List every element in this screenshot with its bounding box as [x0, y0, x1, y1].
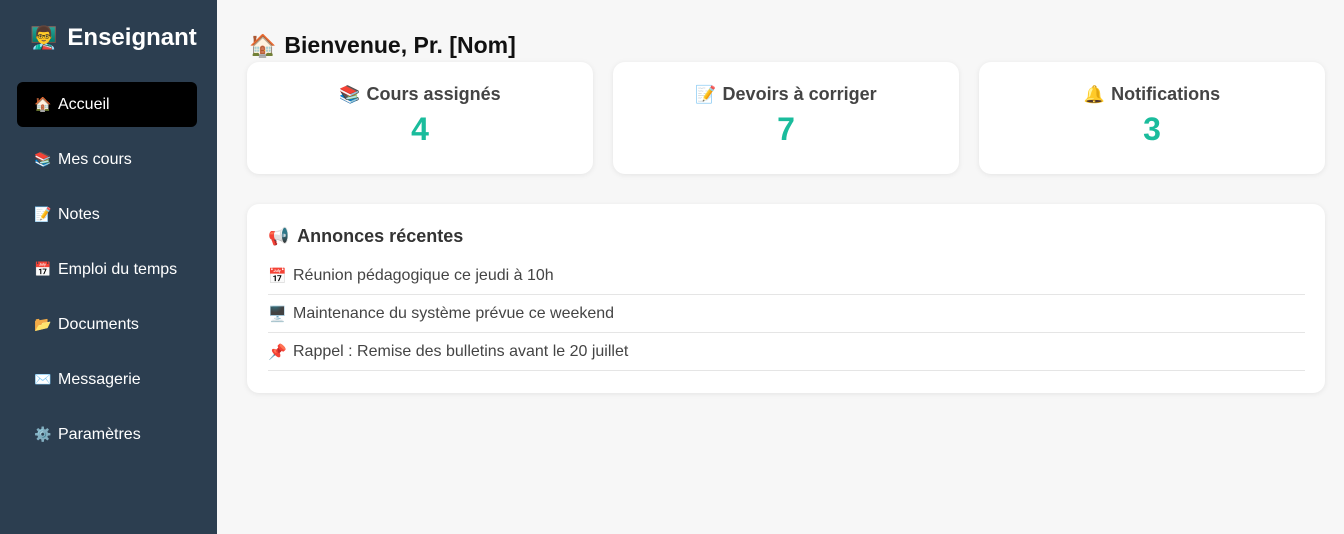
sidebar-nav: 🏠 Accueil 📚 Mes cours 📝 Notes 📅 Emploi d…: [17, 82, 197, 467]
annonce-text: Réunion pédagogique ce jeudi à 10h: [293, 266, 554, 284]
calendar-icon: 📅: [34, 261, 52, 277]
sidebar-item-notes[interactable]: 📝 Notes: [17, 192, 197, 237]
sidebar-item-messagerie[interactable]: ✉️ Messagerie: [17, 357, 197, 402]
sidebar-item-emploi-du-temps[interactable]: 📅 Emploi du temps: [17, 247, 197, 292]
sidebar-item-label: Notes: [58, 205, 100, 223]
memo-icon: 📝: [695, 84, 717, 104]
books-icon: 📚: [34, 151, 52, 167]
sidebar-item-accueil[interactable]: 🏠 Accueil: [17, 82, 197, 127]
stat-card-devoirs: 📝 Devoirs à corriger 7: [613, 62, 959, 174]
sidebar-item-label: Paramètres: [58, 425, 141, 443]
sidebar: 👨‍🏫 Enseignant 🏠 Accueil 📚 Mes cours 📝 N…: [0, 0, 217, 534]
bell-icon: 🔔: [1083, 84, 1106, 104]
annonces-title-text: Annonces récentes: [297, 226, 464, 246]
stat-card-cours: 📚 Cours assignés 4: [247, 62, 593, 174]
stat-card-label: 📝 Devoirs à corriger: [613, 84, 959, 105]
stat-card-value: 4: [411, 111, 429, 147]
teacher-icon: 👨‍🏫: [30, 25, 58, 50]
books-icon: 📚: [339, 84, 361, 104]
sidebar-item-label: Messagerie: [58, 370, 141, 388]
stat-card-label-text: Cours assignés: [366, 84, 501, 104]
megaphone-icon: 📢: [268, 226, 290, 246]
annonce-item: 📅 Réunion pédagogique ce jeudi à 10h: [268, 257, 1305, 295]
stat-card-label: 🔔 Notifications: [979, 84, 1325, 105]
annonce-item: 🖥️ Maintenance du système prévue ce week…: [268, 295, 1305, 333]
stat-card-notifications: 🔔 Notifications 3: [979, 62, 1325, 174]
sidebar-item-documents[interactable]: 📂 Documents: [17, 302, 197, 347]
computer-icon: 🖥️: [268, 305, 287, 323]
memo-icon: 📝: [34, 206, 52, 222]
sidebar-item-label: Emploi du temps: [58, 260, 178, 278]
stat-card-label-text: Notifications: [1111, 84, 1221, 104]
annonce-text: Rappel : Remise des bulletins avant le 2…: [293, 342, 629, 360]
home-icon: 🏠: [34, 96, 52, 112]
pushpin-icon: 📌: [268, 343, 287, 361]
folder-icon: 📂: [34, 316, 52, 332]
sidebar-item-mes-cours[interactable]: 📚 Mes cours: [17, 137, 197, 182]
main-content: 🏠 Bienvenue, Pr. [Nom] 📚 Cours assignés …: [217, 0, 1344, 534]
page-title-text: Bienvenue, Pr. [Nom]: [284, 32, 516, 58]
envelope-icon: ✉️: [34, 371, 52, 387]
stat-card-value: 3: [1143, 111, 1161, 147]
home-icon: 🏠: [249, 32, 277, 58]
sidebar-item-label: Mes cours: [58, 150, 132, 168]
stat-card-label: 📚 Cours assignés: [247, 84, 593, 105]
page-title: 🏠 Bienvenue, Pr. [Nom]: [249, 32, 516, 59]
annonce-item: 📌 Rappel : Remise des bulletins avant le…: [268, 333, 1305, 371]
brand: 👨‍🏫 Enseignant: [30, 24, 197, 52]
stat-card-label-text: Devoirs à corriger: [722, 84, 877, 104]
annonces-panel: 📢 Annonces récentes 📅 Réunion pédagogiqu…: [247, 204, 1325, 393]
brand-title: Enseignant: [67, 24, 197, 51]
sidebar-item-parametres[interactable]: ⚙️ Paramètres: [17, 412, 197, 457]
annonce-text: Maintenance du système prévue ce weekend: [293, 304, 615, 322]
annonces-title: 📢 Annonces récentes: [268, 226, 1305, 247]
sidebar-item-label: Accueil: [58, 95, 110, 113]
sidebar-item-label: Documents: [58, 315, 139, 333]
calendar-icon: 📅: [268, 267, 287, 285]
stat-card-value: 7: [777, 111, 795, 147]
gear-icon: ⚙️: [34, 426, 52, 442]
